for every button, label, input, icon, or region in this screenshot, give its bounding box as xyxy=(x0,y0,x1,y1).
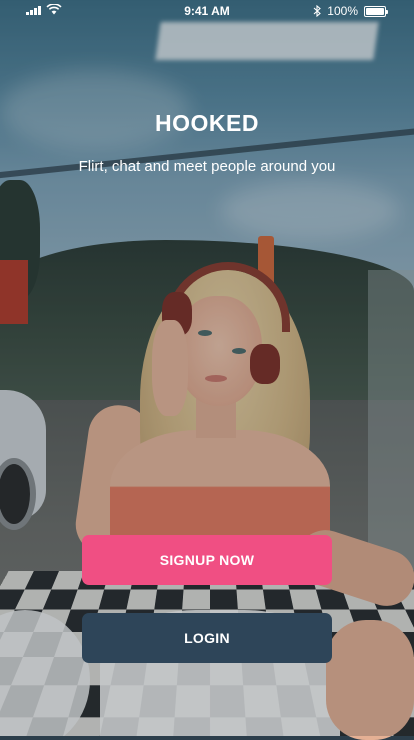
bluetooth-icon xyxy=(313,5,322,17)
app-tagline: Flirt, chat and meet people around you xyxy=(78,158,336,175)
app-title: HOOKED xyxy=(155,110,259,136)
battery-icon xyxy=(364,5,388,17)
battery-percent: 100% xyxy=(327,4,358,18)
status-bar: 9:41 AM 100% xyxy=(0,0,414,22)
status-right: 100% xyxy=(313,4,388,18)
signup-button[interactable]: SIGNUP NOW xyxy=(82,535,332,585)
login-button[interactable]: LOGIN xyxy=(82,613,332,663)
